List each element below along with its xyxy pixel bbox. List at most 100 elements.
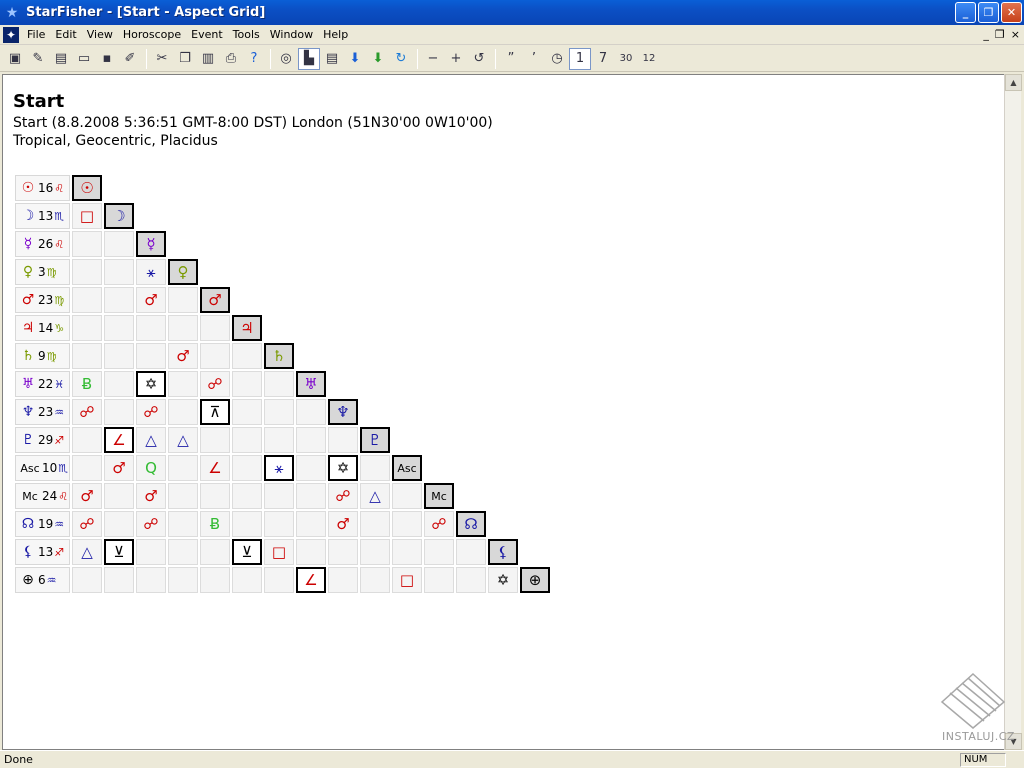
menu-window[interactable]: Window bbox=[266, 28, 319, 41]
step-back-icon[interactable]: ” bbox=[500, 48, 522, 70]
aspect-cell[interactable]: △ bbox=[136, 427, 166, 453]
grid-cell[interactable] bbox=[72, 455, 102, 481]
vertical-scrollbar[interactable]: ▲ ▼ bbox=[1004, 74, 1022, 750]
grid-cell[interactable] bbox=[264, 567, 294, 593]
grid-cell[interactable] bbox=[456, 539, 486, 565]
menu-help[interactable]: Help bbox=[319, 28, 354, 41]
grid-diagonal-planet[interactable]: ♇ bbox=[360, 427, 390, 453]
grid-cell[interactable] bbox=[424, 539, 454, 565]
grid-cell[interactable] bbox=[232, 371, 262, 397]
aspect-grid-icon[interactable]: ▙ bbox=[298, 47, 320, 70]
grid-cell[interactable] bbox=[104, 511, 134, 537]
aspect-cell[interactable]: ✡ bbox=[136, 371, 166, 397]
grid-cell[interactable] bbox=[168, 567, 198, 593]
mdi-restore-button[interactable]: ❐ bbox=[995, 28, 1005, 41]
grid-cell[interactable] bbox=[232, 427, 262, 453]
save-icon[interactable]: ▪ bbox=[96, 48, 118, 70]
aspect-cell[interactable]: ⚹ bbox=[136, 259, 166, 285]
aspect-cell[interactable]: ✡ bbox=[488, 567, 518, 593]
aspect-cell[interactable]: ⊻ bbox=[232, 539, 262, 565]
twelve-months-icon[interactable]: 12 bbox=[638, 48, 660, 70]
grid-cell[interactable] bbox=[456, 567, 486, 593]
grid-cell[interactable] bbox=[168, 539, 198, 565]
aspect-cell[interactable]: ⚹ bbox=[264, 455, 294, 481]
aspect-cell[interactable]: ☍ bbox=[72, 399, 102, 425]
grid-cell[interactable] bbox=[168, 371, 198, 397]
grid-cell[interactable] bbox=[104, 483, 134, 509]
grid-cell[interactable] bbox=[136, 315, 166, 341]
aspect-cell[interactable]: ☍ bbox=[424, 511, 454, 537]
grid-cell[interactable] bbox=[104, 567, 134, 593]
grid-cell[interactable] bbox=[168, 399, 198, 425]
grid-diagonal-planet[interactable]: ♅ bbox=[296, 371, 326, 397]
grid-diagonal-planet[interactable]: ☿ bbox=[136, 231, 166, 257]
zoom-in-icon[interactable]: + bbox=[445, 48, 467, 70]
grid-cell[interactable] bbox=[264, 371, 294, 397]
grid-cell[interactable] bbox=[200, 567, 230, 593]
grid-diagonal-planet[interactable]: ☉ bbox=[72, 175, 102, 201]
grid-cell[interactable] bbox=[232, 483, 262, 509]
aspect-cell[interactable]: ✡ bbox=[328, 455, 358, 481]
aspect-cell[interactable]: △ bbox=[168, 427, 198, 453]
grid-cell[interactable] bbox=[296, 399, 326, 425]
grid-cell[interactable] bbox=[232, 567, 262, 593]
grid-cell[interactable] bbox=[200, 539, 230, 565]
arrow-down-green-icon[interactable]: ⬇ bbox=[367, 48, 389, 70]
grid-cell[interactable] bbox=[200, 427, 230, 453]
aspect-cell[interactable]: ☍ bbox=[136, 399, 166, 425]
grid-cell[interactable] bbox=[264, 427, 294, 453]
aspect-cell[interactable]: ∠ bbox=[296, 567, 326, 593]
grid-cell[interactable] bbox=[392, 483, 422, 509]
mdi-close-button[interactable]: × bbox=[1011, 28, 1020, 41]
aspect-cell[interactable]: ☍ bbox=[136, 511, 166, 537]
aspect-cell[interactable]: ♂ bbox=[136, 287, 166, 313]
grid-cell[interactable] bbox=[72, 567, 102, 593]
grid-cell[interactable] bbox=[328, 539, 358, 565]
aspect-cell[interactable]: △ bbox=[72, 539, 102, 565]
grid-cell[interactable] bbox=[360, 567, 390, 593]
grid-cell[interactable] bbox=[136, 567, 166, 593]
print-icon[interactable]: ⎙ bbox=[220, 48, 242, 70]
grid-diagonal-planet[interactable]: ☽ bbox=[104, 203, 134, 229]
grid-cell[interactable] bbox=[424, 567, 454, 593]
report-icon[interactable]: ▤ bbox=[321, 48, 343, 70]
grid-cell[interactable] bbox=[200, 315, 230, 341]
grid-cell[interactable] bbox=[200, 483, 230, 509]
grid-diagonal-planet[interactable]: Mc bbox=[424, 483, 454, 509]
grid-cell[interactable] bbox=[104, 399, 134, 425]
grid-cell[interactable] bbox=[104, 343, 134, 369]
zoom-out-icon[interactable]: − bbox=[422, 48, 444, 70]
grid-cell[interactable] bbox=[264, 511, 294, 537]
refresh-icon[interactable]: ↻ bbox=[390, 48, 412, 70]
grid-cell[interactable] bbox=[104, 259, 134, 285]
grid-cell[interactable] bbox=[392, 539, 422, 565]
aspect-cell[interactable]: ∠ bbox=[200, 455, 230, 481]
grid-diagonal-planet[interactable]: ♂ bbox=[200, 287, 230, 313]
aspect-cell[interactable]: □ bbox=[72, 203, 102, 229]
grid-diagonal-planet[interactable]: ⚸ bbox=[488, 539, 518, 565]
cut-icon[interactable]: ✂ bbox=[151, 48, 173, 70]
grid-cell[interactable] bbox=[328, 567, 358, 593]
grid-diagonal-planet[interactable]: ♆ bbox=[328, 399, 358, 425]
grid-diagonal-planet[interactable]: ♄ bbox=[264, 343, 294, 369]
grid-cell[interactable] bbox=[392, 511, 422, 537]
grid-cell[interactable] bbox=[72, 343, 102, 369]
aspect-cell[interactable]: ⊼ bbox=[200, 399, 230, 425]
document-icon[interactable]: ✦ bbox=[3, 26, 19, 43]
grid-cell[interactable] bbox=[72, 287, 102, 313]
maximize-button[interactable]: ❐ bbox=[978, 2, 999, 23]
grid-cell[interactable] bbox=[360, 539, 390, 565]
new-document-icon[interactable]: ▤ bbox=[50, 48, 72, 70]
grid-diagonal-planet[interactable]: Asc bbox=[392, 455, 422, 481]
grid-diagonal-planet[interactable]: ☊ bbox=[456, 511, 486, 537]
grid-cell[interactable] bbox=[136, 539, 166, 565]
grid-cell[interactable] bbox=[232, 343, 262, 369]
undo-icon[interactable]: ↺ bbox=[468, 48, 490, 70]
aspect-cell[interactable]: ♂ bbox=[136, 483, 166, 509]
aspect-cell[interactable]: ∠ bbox=[104, 427, 134, 453]
grid-cell[interactable] bbox=[104, 231, 134, 257]
grid-cell[interactable] bbox=[168, 315, 198, 341]
grid-cell[interactable] bbox=[296, 483, 326, 509]
grid-cell[interactable] bbox=[200, 343, 230, 369]
grid-cell[interactable] bbox=[72, 231, 102, 257]
